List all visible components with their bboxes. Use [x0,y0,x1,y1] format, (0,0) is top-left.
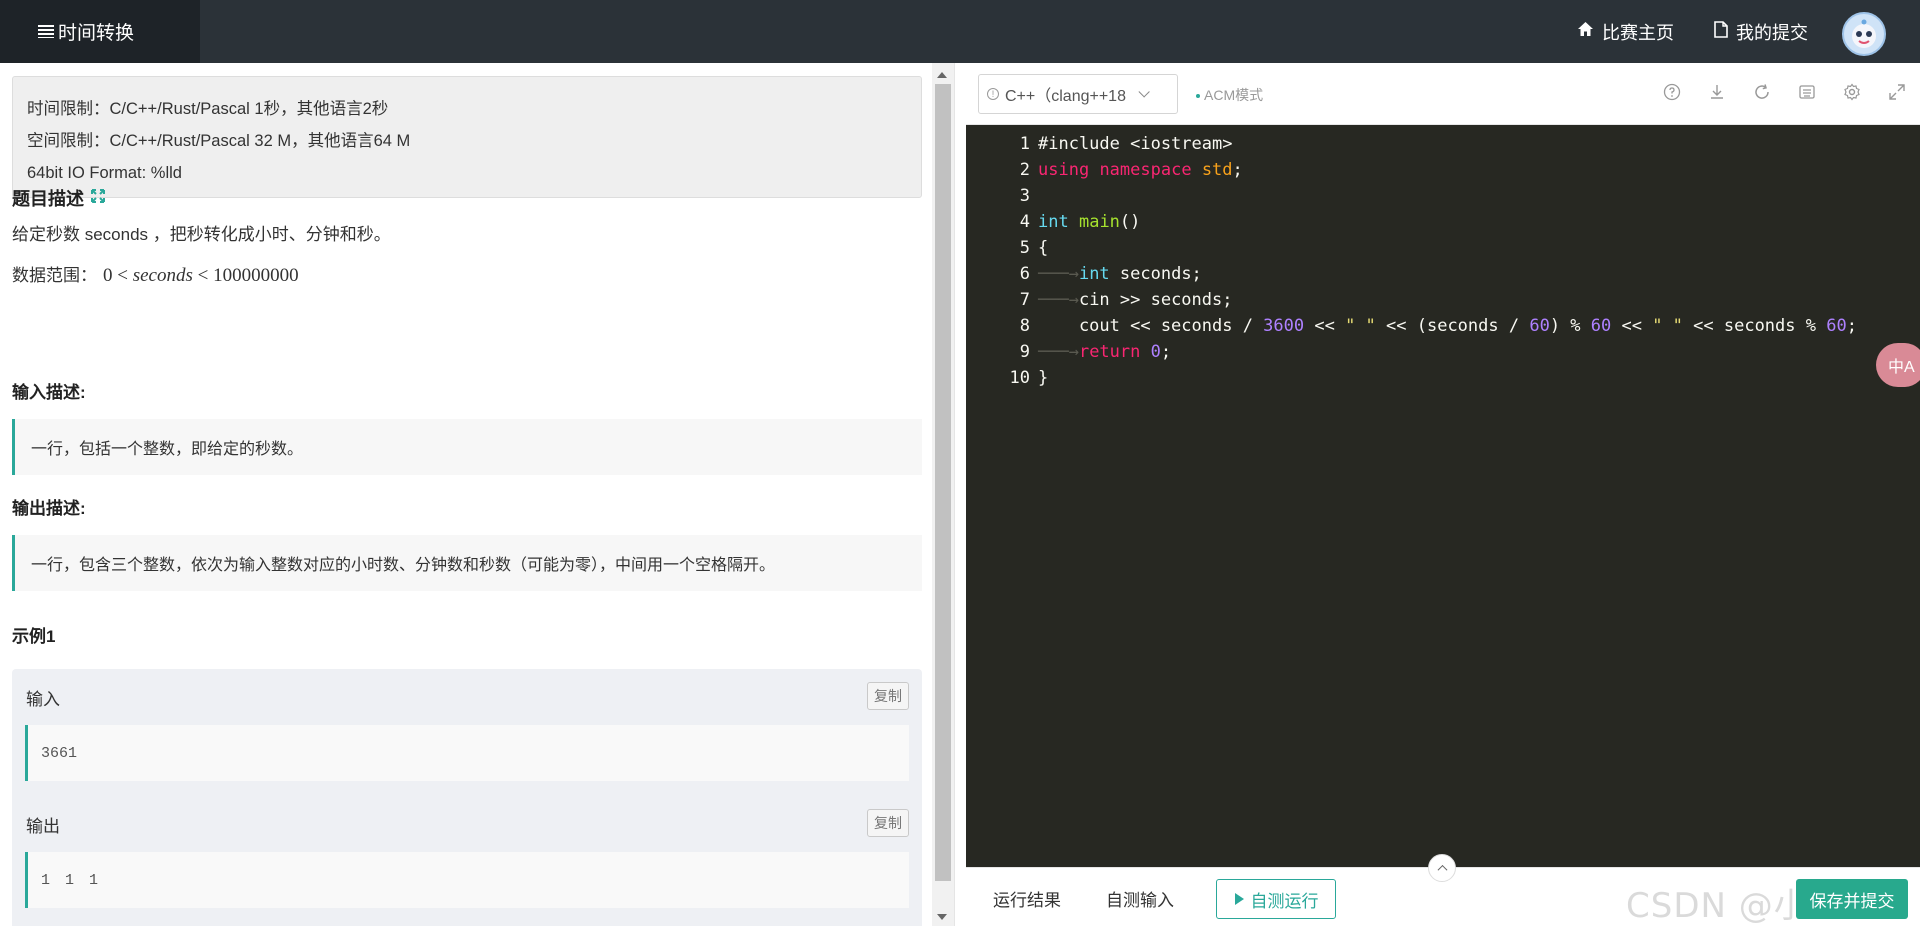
fullscreen-icon[interactable] [1888,83,1906,101]
problem-title: 时间转换 [58,23,135,44]
line-number: 5 [1019,238,1030,258]
io-format: 64bit IO Format: %lld [27,164,182,182]
range-high: 100000000 [213,265,299,286]
run-label: 自测运行 [1250,891,1319,911]
range-math: 0 < seconds < 100000000 [103,265,299,286]
code-line: 10} [966,365,1920,391]
play-icon [1234,892,1245,906]
tab-custom-input[interactable]: 自测输入 [1106,886,1174,911]
line-number: 3 [1019,186,1030,206]
panel-resize-handle[interactable] [954,63,966,926]
scroll-down-arrow[interactable] [937,914,947,920]
output-desc: 一行，包含三个整数，依次为输入整数对应的小时数、分钟数和秒数（可能为零），中间用… [12,535,922,591]
limits-box: 时间限制：C/C++/Rust/Pascal 1秒，其他语言2秒 空间限制：C/… [12,76,922,198]
code-editor[interactable]: 1 #include <iostream> 2 using namespace st… [966,125,1920,867]
line-number: 7 [1019,290,1030,310]
my-submissions-link[interactable]: 我的提交 [1714,19,1808,45]
example-box: 输入 复制 3661 输出 复制 1 1 1 [12,669,922,926]
translate-button[interactable]: 中A [1876,343,1920,387]
range-low: 0 [103,265,113,286]
self-test-run-button[interactable]: 自测运行 [1216,879,1336,919]
input-heading: 输入描述: [12,383,86,402]
problem-title-tab[interactable]: 时间转换 [0,0,200,63]
top-bar: 时间转换 比赛主页 我的提交 [0,0,1920,63]
copy-input-button[interactable]: 复制 [867,682,909,710]
line-number: 4 [1019,212,1030,232]
scroll-up-arrow[interactable] [937,72,947,78]
line-number: 10 [1009,368,1030,388]
line-number: 9 [1019,342,1030,362]
editor-bottom-bar: 运行结果 自测输入 自测运行 CSDN @小 保存并提交 [966,854,1920,926]
time-limit: 时间限制：C/C++/Rust/Pascal 1秒，其他语言2秒 [27,100,389,118]
line-number: 6 [1019,264,1030,284]
language-value: C++（clang++18 [1005,88,1126,105]
my-submissions-label: 我的提交 [1736,22,1808,43]
editor-panel: ! C++（clang++18 ACM模式 1 #include <iostre… [966,63,1920,926]
description-title: 题目描述 [12,189,84,209]
home-icon [1577,21,1594,42]
range-line: 数据范围： 0 < seconds < 100000000 [12,261,299,287]
save-submit-button[interactable]: 保存并提交 [1796,879,1908,919]
watermark: CSDN @小 [1626,886,1809,926]
mode-indicator: ACM模式 [1196,85,1263,105]
mode-dot [1196,94,1200,99]
keyboard-icon[interactable] [1798,83,1816,101]
input-desc: 一行，包括一个整数，即给定的秒数。 [12,419,922,475]
code-line: 1 #include <iostream> [966,131,1920,157]
range-label: 数据范围： [12,266,97,285]
list-icon [38,25,54,38]
problem-scrollbar[interactable] [932,63,954,926]
info-icon: ! [987,88,999,100]
example-output-value: 1 1 1 [25,852,909,908]
output-heading: 输出描述: [12,499,86,518]
code-line: 3 [966,183,1920,209]
line-number: 1 [1019,134,1030,154]
refresh-icon[interactable] [1753,83,1771,101]
range-var: seconds [132,265,193,286]
language-select[interactable]: ! C++（clang++18 [978,74,1178,114]
contest-home-link[interactable]: 比赛主页 [1577,19,1674,45]
description-heading: 题目描述 [12,185,106,211]
line-number: 8 [1019,316,1030,336]
code-line: 4 int main() [966,209,1920,235]
mode-label: ACM模式 [1204,87,1264,103]
contest-home-label: 比赛主页 [1602,22,1674,43]
problem-panel: 时间限制：C/C++/Rust/Pascal 1秒，其他语言2秒 空间限制：C/… [0,63,932,926]
tab-run-result[interactable]: 运行结果 [993,886,1061,911]
download-icon[interactable] [1708,83,1726,101]
file-icon [1714,20,1728,43]
copy-output-button[interactable]: 复制 [867,809,909,837]
code-line: 2 using namespace std; [966,157,1920,183]
example-input-value: 3661 [25,725,909,781]
example-output-label: 输出 [26,817,60,836]
example-heading: 示例1 [12,627,56,646]
chevron-down-icon [1138,86,1150,98]
expand-icon[interactable] [90,188,106,209]
code-line: 6 ───→int seconds; [966,261,1920,287]
line-number: 2 [1019,160,1030,180]
code-line: 7 ───→cin >> seconds; [966,287,1920,313]
collapse-up-button[interactable] [1428,854,1456,882]
code-line: 5{ [966,235,1920,261]
editor-tools [1663,83,1906,101]
help-icon[interactable] [1663,83,1681,101]
example-input-label: 输入 [26,690,60,709]
settings-icon[interactable] [1843,83,1861,101]
memory-limit: 空间限制：C/C++/Rust/Pascal 32 M，其他语言64 M [27,132,411,150]
top-nav: 比赛主页 我的提交 [1577,0,1808,63]
editor-toolbar: ! C++（clang++18 ACM模式 [966,63,1920,125]
scroll-thumb[interactable] [935,84,951,881]
code-line: 8 cout << seconds / 3600 << " " << (seco… [966,313,1920,339]
description-text: 给定秒数 seconds ，把秒转化成小时、分钟和秒。 [12,225,391,244]
user-avatar[interactable] [1842,12,1886,56]
code-line: 9 ───→return 0; [966,339,1920,365]
